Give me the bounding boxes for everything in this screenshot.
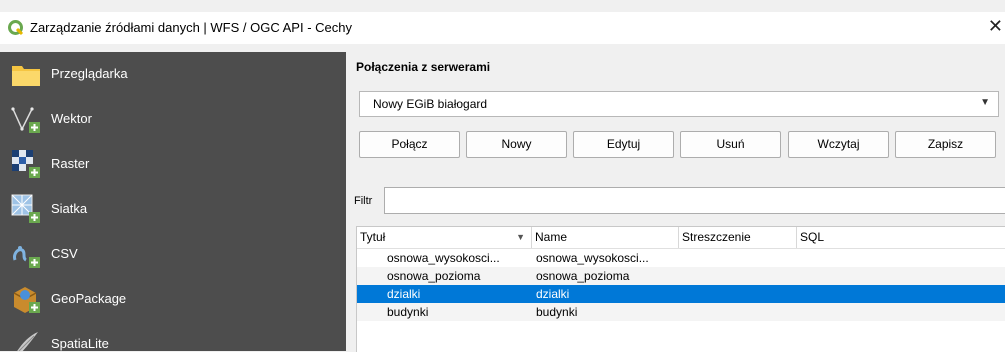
- window-title: Zarządzanie źródłami danych | WFS / OGC …: [30, 20, 352, 35]
- sort-down-icon: ▼: [516, 232, 525, 242]
- spatialite-add-icon: [17, 332, 38, 351]
- load-button[interactable]: Wczytaj: [788, 131, 889, 158]
- filter-label: Filtr: [354, 195, 373, 207]
- column-header-sql[interactable]: SQL: [797, 227, 1005, 248]
- sidebar-item-label: GeoPackage: [51, 291, 127, 306]
- sidebar-item-label: Siatka: [51, 201, 88, 216]
- close-icon[interactable]: ✕: [988, 16, 1003, 37]
- column-header-title[interactable]: Tytuł ▼: [357, 227, 532, 248]
- sidebar-item-vector[interactable]: Wektor: [0, 97, 346, 141]
- sidebar-item-mesh[interactable]: Siatka: [0, 187, 346, 231]
- column-header-name[interactable]: Name: [532, 227, 679, 248]
- sidebar-item-csv[interactable]: CSV: [0, 232, 346, 276]
- new-button[interactable]: Nowy: [466, 131, 567, 158]
- main-panel: Połączenia z serwerami Nowy EGiB białoga…: [346, 52, 1005, 352]
- table-row[interactable]: osnowa_wysokosci... osnowa_wysokosci...: [357, 249, 1005, 267]
- vector-add-icon: [11, 107, 40, 133]
- sidebar-item-spatialite[interactable]: SpatiaLite: [0, 322, 346, 351]
- chevron-down-icon[interactable]: ▼: [980, 97, 990, 108]
- cell-name: budynki: [536, 305, 578, 319]
- connection-select-value: Nowy EGiB białogard: [373, 97, 488, 111]
- sidebar-item-label: Raster: [51, 156, 90, 171]
- table-header: Tytuł ▼ Name Streszczenie SQL: [357, 227, 1005, 249]
- geopackage-add-icon: [13, 287, 40, 313]
- filter-input[interactable]: [384, 187, 1005, 214]
- layers-table: Tytuł ▼ Name Streszczenie SQL osnowa_wys…: [356, 226, 1005, 352]
- sidebar-item-raster[interactable]: Raster: [0, 142, 346, 186]
- cell-title: osnowa_pozioma: [387, 269, 481, 283]
- edit-button[interactable]: Edytuj: [573, 131, 674, 158]
- section-title: Połączenia z serwerami: [356, 60, 491, 74]
- connect-button[interactable]: Połącz: [359, 131, 460, 158]
- cell-title: osnowa_wysokosci...: [387, 251, 500, 265]
- source-type-sidebar: Przeglądarka Wektor Raster Siatka CSV Ge…: [0, 52, 346, 351]
- cell-name: osnowa_pozioma: [536, 269, 630, 283]
- save-button[interactable]: Zapisz: [895, 131, 996, 158]
- cell-title: budynki: [387, 305, 429, 319]
- sidebar-item-browser[interactable]: Przeglądarka: [0, 52, 346, 96]
- column-header-label: Tytuł: [360, 230, 386, 244]
- sidebar-item-geopackage[interactable]: GeoPackage: [0, 277, 346, 321]
- cell-title: dzialki: [387, 287, 421, 301]
- folder-icon: [12, 66, 40, 86]
- delete-button[interactable]: Usuń: [680, 131, 781, 158]
- mesh-add-icon: [11, 194, 40, 223]
- table-row-selected[interactable]: dzialki dzialki: [357, 285, 1005, 303]
- raster-add-icon: [12, 150, 40, 178]
- table-row[interactable]: osnowa_pozioma osnowa_pozioma: [357, 267, 1005, 285]
- sidebar-item-label: SpatiaLite: [51, 336, 109, 351]
- cell-name: dzialki: [536, 287, 570, 301]
- sidebar-item-label: Przeglądarka: [51, 66, 128, 81]
- connection-select[interactable]: Nowy EGiB białogard ▼: [359, 91, 999, 117]
- sidebar-item-label: Wektor: [51, 111, 92, 126]
- window-titlebar: Zarządzanie źródłami danych | WFS / OGC …: [0, 12, 1005, 44]
- cell-name: osnowa_wysokosci...: [536, 251, 649, 265]
- qgis-logo-icon: [8, 20, 24, 36]
- sidebar-item-label: CSV: [51, 246, 78, 261]
- column-header-abstract[interactable]: Streszczenie: [679, 227, 797, 248]
- table-row[interactable]: budynki budynki: [357, 303, 1005, 321]
- csv-add-icon: [13, 246, 40, 268]
